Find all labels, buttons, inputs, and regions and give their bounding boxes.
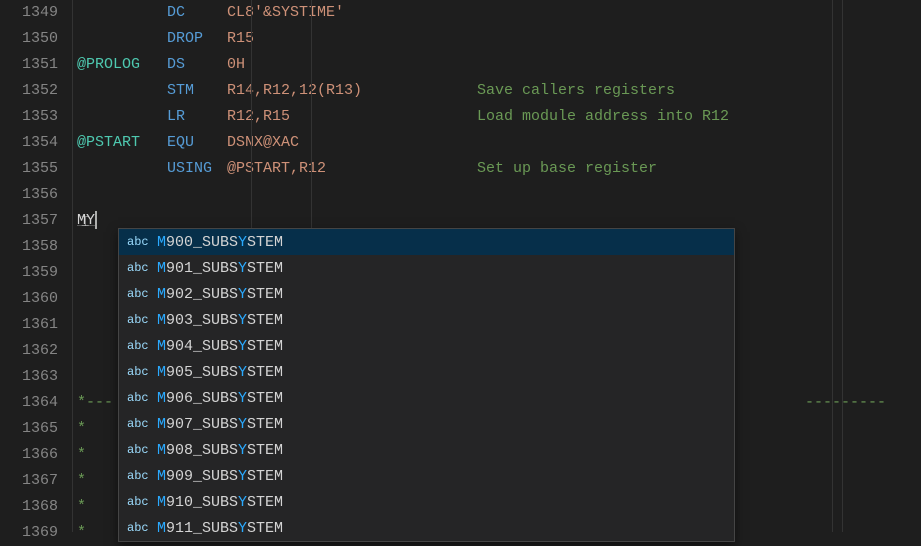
autocomplete-label: M900_SUBSYSTEM — [157, 234, 283, 251]
code-line[interactable]: USING@PSTART,R12Set up base register — [73, 156, 921, 182]
asm-label: @PSTART — [77, 130, 167, 156]
code-line[interactable]: DROPR15 — [73, 26, 921, 52]
word-icon: abc — [123, 469, 157, 483]
autocomplete-label: M908_SUBSYSTEM — [157, 442, 283, 459]
autocomplete-label: M902_SUBSYSTEM — [157, 286, 283, 303]
caret — [95, 211, 97, 229]
line-number: 1361 — [0, 312, 58, 338]
line-number: 1350 — [0, 26, 58, 52]
autocomplete-item[interactable]: abcM910_SUBSYSTEM — [119, 489, 734, 515]
autocomplete-item[interactable]: abcM906_SUBSYSTEM — [119, 385, 734, 411]
autocomplete-label: M905_SUBSYSTEM — [157, 364, 283, 381]
separator-line: *--- — [77, 394, 113, 411]
autocomplete-item[interactable]: abcM909_SUBSYSTEM — [119, 463, 734, 489]
line-number: 1354 — [0, 130, 58, 156]
asm-opcode: USING — [167, 156, 227, 182]
autocomplete-label: M907_SUBSYSTEM — [157, 416, 283, 433]
typed-text: MY — [77, 212, 95, 229]
line-number: 1363 — [0, 364, 58, 390]
code-line[interactable]: @PROLOGDS0H — [73, 52, 921, 78]
word-icon: abc — [123, 443, 157, 457]
autocomplete-item[interactable]: abcM907_SUBSYSTEM — [119, 411, 734, 437]
line-number-gutter: 1349135013511352135313541355135613571358… — [0, 0, 72, 532]
asm-operand: @PSTART,R12 — [227, 156, 477, 182]
autocomplete-item[interactable]: abcM902_SUBSYSTEM — [119, 281, 734, 307]
line-number: 1352 — [0, 78, 58, 104]
asm-comment: Load module address into R12 — [477, 108, 729, 125]
autocomplete-item[interactable]: abcM900_SUBSYSTEM — [119, 229, 734, 255]
autocomplete-item[interactable]: abcM904_SUBSYSTEM — [119, 333, 734, 359]
line-number: 1353 — [0, 104, 58, 130]
word-icon: abc — [123, 313, 157, 327]
word-icon: abc — [123, 521, 157, 535]
asm-operand: R15 — [227, 26, 477, 52]
line-number: 1368 — [0, 494, 58, 520]
autocomplete-item[interactable]: abcM905_SUBSYSTEM — [119, 359, 734, 385]
autocomplete-label: M909_SUBSYSTEM — [157, 468, 283, 485]
autocomplete-label: M903_SUBSYSTEM — [157, 312, 283, 329]
code-line[interactable]: @PSTARTEQUDSNX@XAC — [73, 130, 921, 156]
line-number: 1364 — [0, 390, 58, 416]
autocomplete-item[interactable]: abcM901_SUBSYSTEM — [119, 255, 734, 281]
line-number: 1365 — [0, 416, 58, 442]
asm-opcode: DC — [167, 0, 227, 26]
asm-operand: R14,R12,12(R13) — [227, 78, 477, 104]
autocomplete-popup[interactable]: abcM900_SUBSYSTEMabcM901_SUBSYSTEMabcM90… — [118, 228, 735, 542]
code-line[interactable] — [73, 182, 921, 208]
code-text: * — [77, 446, 86, 463]
line-number: 1366 — [0, 442, 58, 468]
line-number: 1358 — [0, 234, 58, 260]
autocomplete-label: M906_SUBSYSTEM — [157, 390, 283, 407]
asm-opcode: LR — [167, 104, 227, 130]
code-line[interactable]: STMR14,R12,12(R13)Save callers registers — [73, 78, 921, 104]
word-icon: abc — [123, 365, 157, 379]
asm-opcode: DROP — [167, 26, 227, 52]
autocomplete-label: M904_SUBSYSTEM — [157, 338, 283, 355]
asm-operand: DSNX@XAC — [227, 130, 477, 156]
autocomplete-item[interactable]: abcM908_SUBSYSTEM — [119, 437, 734, 463]
line-number: 1357 — [0, 208, 58, 234]
word-icon: abc — [123, 339, 157, 353]
autocomplete-item[interactable]: abcM903_SUBSYSTEM — [119, 307, 734, 333]
code-text: * — [77, 420, 86, 437]
asm-opcode: DS — [167, 52, 227, 78]
asm-label: @PROLOG — [77, 52, 167, 78]
word-icon: abc — [123, 287, 157, 301]
code-text: * — [77, 524, 86, 541]
asm-comment: Save callers registers — [477, 82, 675, 99]
asm-operand: 0H — [227, 52, 477, 78]
column-ruler — [832, 0, 833, 532]
line-number: 1359 — [0, 260, 58, 286]
code-text: * — [77, 498, 86, 515]
line-number: 1356 — [0, 182, 58, 208]
autocomplete-label: M901_SUBSYSTEM — [157, 260, 283, 277]
asm-opcode: EQU — [167, 130, 227, 156]
asm-operand: R12,R15 — [227, 104, 477, 130]
code-text: * — [77, 472, 86, 489]
line-number: 1351 — [0, 52, 58, 78]
code-line[interactable]: LRR12,R15Load module address into R12 — [73, 104, 921, 130]
asm-comment: Set up base register — [477, 160, 657, 177]
column-ruler — [842, 0, 843, 532]
word-icon: abc — [123, 391, 157, 405]
word-icon: abc — [123, 495, 157, 509]
word-icon: abc — [123, 417, 157, 431]
word-icon: abc — [123, 261, 157, 275]
code-line[interactable]: DCCL8'&SYSTIME' — [73, 0, 921, 26]
word-icon: abc — [123, 235, 157, 249]
line-number: 1367 — [0, 468, 58, 494]
autocomplete-label: M910_SUBSYSTEM — [157, 494, 283, 511]
line-number: 1349 — [0, 0, 58, 26]
code-editor[interactable]: 1349135013511352135313541355135613571358… — [0, 0, 921, 532]
separator-line-tail: --------- — [805, 390, 886, 416]
line-number: 1362 — [0, 338, 58, 364]
line-number: 1369 — [0, 520, 58, 546]
autocomplete-label: M911_SUBSYSTEM — [157, 520, 283, 537]
asm-operand: CL8'&SYSTIME' — [227, 0, 477, 26]
autocomplete-item[interactable]: abcM911_SUBSYSTEM — [119, 515, 734, 541]
line-number: 1355 — [0, 156, 58, 182]
asm-opcode: STM — [167, 78, 227, 104]
line-number: 1360 — [0, 286, 58, 312]
